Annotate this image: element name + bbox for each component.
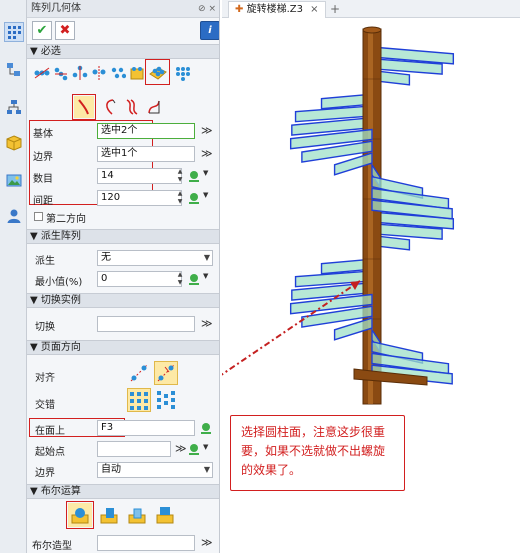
document-modified-icon: ✚ xyxy=(235,4,244,15)
spacing-stepper[interactable]: ▲ ▼ xyxy=(176,190,184,206)
box-pattern-icon[interactable] xyxy=(128,64,145,81)
start-point-label: 起始点 xyxy=(35,447,65,458)
dropdown-icon[interactable]: ▼ xyxy=(203,443,208,451)
section-face-direction[interactable]: ▼ 页面方向 xyxy=(27,340,219,355)
new-tab-icon[interactable]: + xyxy=(330,2,340,16)
info-button[interactable]: i xyxy=(200,21,219,40)
section-required-label: 必选 xyxy=(40,46,61,57)
section-required[interactable]: ▼ 必选 xyxy=(27,44,219,59)
pick-value-icon[interactable] xyxy=(187,168,201,184)
left-toolbar xyxy=(0,0,27,553)
switch-label: 切换 xyxy=(35,322,55,333)
boolean-shape-label: 布尔造型 xyxy=(32,541,72,552)
selected-curve-highlight xyxy=(72,94,96,120)
second-direction-label: 第二方向 xyxy=(46,214,86,225)
chevron-down-icon[interactable]: ≫ xyxy=(201,536,213,549)
spacing-label: 间距 xyxy=(33,196,53,207)
min-value-field[interactable]: 0 xyxy=(97,271,182,287)
boolean-intersect-icon[interactable] xyxy=(125,503,149,527)
dropdown-arrow-icon: ▼ xyxy=(203,465,210,474)
cancel-button[interactable]: ✖ xyxy=(55,21,75,40)
count-stepper[interactable]: ▲ ▼ xyxy=(176,168,184,184)
base-label: 基体 xyxy=(33,129,53,140)
switch-field[interactable] xyxy=(97,316,195,332)
pattern-tool-icon[interactable] xyxy=(4,22,24,42)
boundary2-select-value: 自动 xyxy=(101,464,121,475)
pick-face-icon[interactable] xyxy=(199,420,213,436)
curve-type-2-icon[interactable] xyxy=(100,96,117,118)
boundary2-select[interactable]: 自动 ▼ xyxy=(97,462,213,478)
user-icon[interactable] xyxy=(4,206,24,226)
linear-pattern-2-icon[interactable] xyxy=(52,64,69,81)
tree-icon[interactable] xyxy=(4,60,24,80)
pick-point-icon[interactable] xyxy=(187,441,201,457)
dropdown-icon[interactable]: ▼ xyxy=(203,191,208,199)
document-tab-bar: ✚ 旋转楼梯.Z3 × + xyxy=(222,0,520,18)
panel-window-controls[interactable]: ⊘ × xyxy=(198,0,216,18)
annotation-callout: 选择圆柱面，注意这步很重要，如果不选就做不出螺旋的效果了。 xyxy=(230,415,405,491)
tab-label: 旋转楼梯.Z3 xyxy=(246,4,303,15)
selected-tool-highlight xyxy=(145,59,170,85)
stagger-option-2-icon[interactable] xyxy=(154,388,178,412)
base-field[interactable]: 选中2个 xyxy=(97,123,195,139)
panel-title-bar: 阵列几何体 ⊘ × xyxy=(27,0,219,18)
chevron-down-icon[interactable]: ≫ xyxy=(201,147,213,160)
boolean-shape-field[interactable] xyxy=(97,535,195,551)
stagger-label: 交错 xyxy=(35,400,55,411)
boundary-label: 边界 xyxy=(33,152,53,163)
count-field[interactable]: 14 xyxy=(97,168,182,184)
section-face-label: 页面方向 xyxy=(40,342,81,353)
derive-select[interactable]: 无 ▼ xyxy=(97,250,213,266)
circular-pattern-icon[interactable] xyxy=(71,64,88,81)
grid-pattern-icon[interactable] xyxy=(109,64,126,81)
pick-value-icon[interactable] xyxy=(187,271,201,287)
dropdown-icon[interactable]: ▼ xyxy=(203,169,208,177)
derive-select-value: 无 xyxy=(101,252,111,263)
cube-icon[interactable] xyxy=(4,133,24,153)
align-label: 对齐 xyxy=(35,373,55,384)
mirror-pattern-icon[interactable] xyxy=(90,64,107,81)
align-option-1-icon[interactable] xyxy=(127,361,151,385)
section-derive-label: 派生阵列 xyxy=(40,231,81,242)
linear-pattern-icon[interactable] xyxy=(33,64,50,81)
on-face-label: 在面上 xyxy=(35,426,65,437)
callout-text: 选择圆柱面，注意这步很重要，如果不选就做不出螺旋的效果了。 xyxy=(241,425,386,477)
align-option-2-icon[interactable] xyxy=(154,361,178,385)
dropdown-icon[interactable]: ▼ xyxy=(203,272,208,280)
section-boolean[interactable]: ▼ 布尔运算 xyxy=(27,484,219,499)
second-direction-checkbox[interactable] xyxy=(34,212,43,221)
chevron-down-icon[interactable]: ≫ xyxy=(201,317,213,330)
dropdown-arrow-icon: ▼ xyxy=(203,253,210,262)
image-icon[interactable] xyxy=(4,170,24,190)
min-value-stepper[interactable]: ▲ ▼ xyxy=(176,271,184,287)
stagger-option-1-icon[interactable] xyxy=(127,388,151,412)
section-switch-instance[interactable]: ▼ 切换实例 xyxy=(27,293,219,308)
boolean-highlight xyxy=(66,501,94,529)
on-face-field[interactable]: F3 xyxy=(97,420,195,436)
start-point-field[interactable] xyxy=(97,441,171,457)
boolean-subtract-icon[interactable] xyxy=(97,503,121,527)
property-panel: 阵列几何体 ⊘ × ✔ ✖ i ▼ 必选 基体 选中2个 ≫ 边界 选中1个 ≫… xyxy=(27,0,220,553)
fill-pattern-icon[interactable] xyxy=(173,64,190,81)
section-derive[interactable]: ▼ 派生阵列 xyxy=(27,229,219,244)
boolean-none-icon[interactable] xyxy=(153,503,177,527)
curve-type-3-icon[interactable] xyxy=(123,96,140,118)
boundary-field[interactable]: 选中1个 xyxy=(97,146,195,162)
section-boolean-label: 布尔运算 xyxy=(40,486,81,497)
count-label: 数目 xyxy=(33,174,53,185)
tab-spiral-stair[interactable]: ✚ 旋转楼梯.Z3 × xyxy=(228,1,326,18)
derive-label: 派生 xyxy=(35,256,55,267)
curve-type-4-icon[interactable] xyxy=(145,96,162,118)
chevron-down-icon[interactable]: ≫ xyxy=(175,442,187,455)
chevron-down-icon[interactable]: ≫ xyxy=(201,124,213,137)
min-value-label: 最小值(%) xyxy=(35,277,83,288)
panel-title: 阵列几何体 xyxy=(31,3,81,14)
section-switch-label: 切换实例 xyxy=(40,295,81,306)
boundary2-label: 边界 xyxy=(35,468,55,479)
close-tab-icon[interactable]: × xyxy=(310,4,318,15)
pick-value-icon[interactable] xyxy=(187,190,201,206)
confirm-button[interactable]: ✔ xyxy=(32,21,52,40)
spacing-field[interactable]: 120 xyxy=(97,190,182,206)
hierarchy-icon[interactable] xyxy=(4,97,24,117)
